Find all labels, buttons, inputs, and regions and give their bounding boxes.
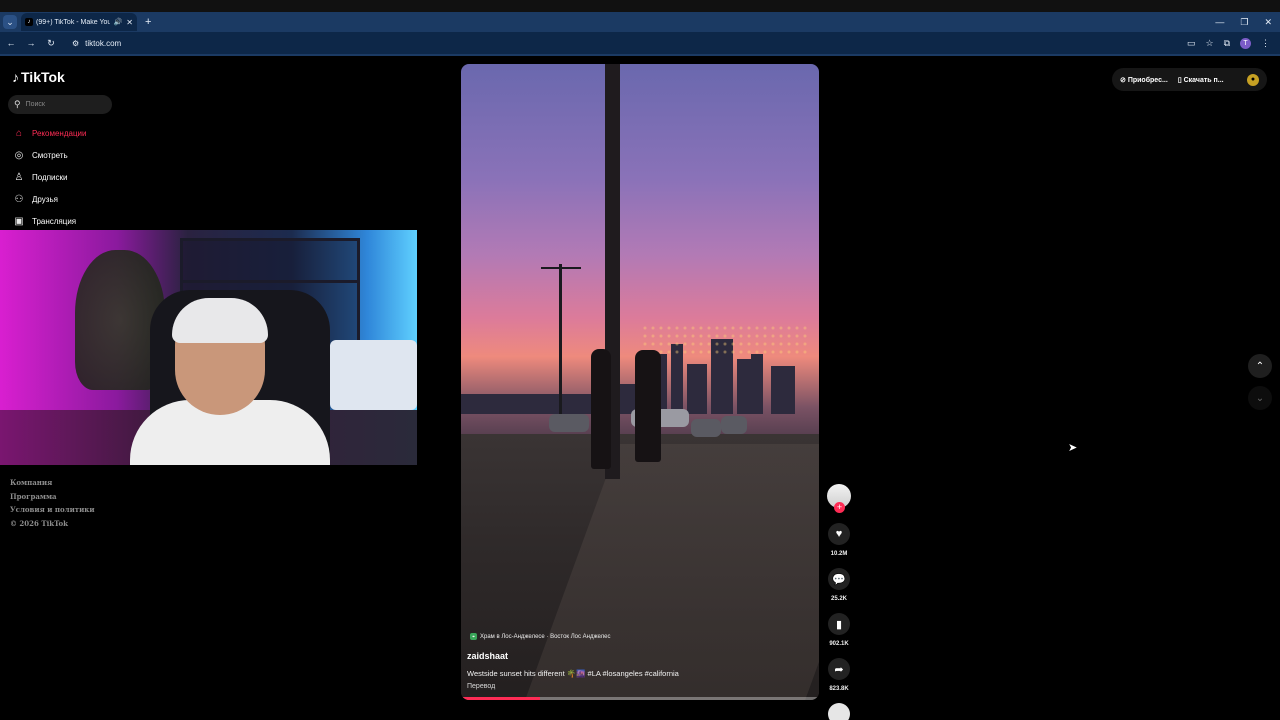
- chevron-up-icon: ⌃: [1255, 360, 1265, 372]
- search-placeholder: Поиск: [25, 101, 45, 108]
- new-tab-button[interactable]: +: [145, 16, 151, 28]
- address-bar: ← → ↻ ⚙ tiktok.com ▭ ☆ ⧉ T ⋮: [0, 32, 1280, 54]
- footer-copyright: © 2026 TikTok: [10, 518, 68, 528]
- toolbar-right: ▭ ☆ ⧉ T ⋮: [1187, 37, 1270, 49]
- share-count: 823.8K: [829, 686, 849, 692]
- site-info-icon[interactable]: ⚙: [72, 39, 79, 48]
- sidebar-item-label: Рекомендации: [32, 128, 87, 138]
- reload-button[interactable]: ↻: [42, 38, 60, 49]
- url-text: tiktok.com: [85, 38, 122, 48]
- get-coins-label: Приобрес...: [1127, 76, 1168, 84]
- topright-actions: ⊘ Приобрес... ▯ Скачать п... ●: [1112, 68, 1267, 91]
- download-app-button[interactable]: ▯ Скачать п...: [1178, 76, 1224, 84]
- video-actions: + ♥ 10.2M 💬 25.2K ▮ 902.1K ➦ 823.8K: [826, 484, 852, 720]
- home-icon: ⌂: [15, 127, 23, 139]
- sidebar-item-label: Трансляция: [32, 216, 77, 226]
- like-button[interactable]: ♥: [828, 523, 850, 545]
- window-controls: — ❐ ✕: [1215, 12, 1272, 32]
- sidebar-nav: ⌂ Рекомендации ◎ Смотреть ♙ Подписки ⚇ Д…: [12, 122, 86, 232]
- comment-icon: 💬: [832, 573, 846, 586]
- video-author[interactable]: zaidshaat: [467, 651, 508, 661]
- compass-icon: ◎: [14, 149, 24, 161]
- friends-icon: ⚇: [14, 193, 24, 205]
- follow-plus-icon[interactable]: +: [834, 502, 845, 513]
- webcam-streamer: [130, 298, 350, 465]
- sidebar-footer: Компания Программа Условия и политики © …: [10, 478, 95, 532]
- close-window-button[interactable]: ✕: [1264, 17, 1272, 28]
- footer-link-program[interactable]: Программа: [10, 492, 95, 506]
- download-label: Скачать п...: [1183, 76, 1224, 84]
- sidebar-item-label: Друзья: [32, 194, 58, 204]
- speaker-icon[interactable]: 🔊: [114, 18, 123, 26]
- video-utility-crossbar: [541, 267, 581, 269]
- video-city-lights: [641, 324, 811, 354]
- mouse-cursor-icon: ➤: [1068, 442, 1078, 454]
- video-utility-pole: [559, 264, 562, 414]
- restore-button[interactable]: ❐: [1240, 17, 1248, 28]
- tab-bar: ⌄ ♪ (99+) TikTok - Make Your Da 🔊 ✕ + — …: [0, 12, 1280, 32]
- tab-title: (99+) TikTok - Make Your Da: [36, 18, 110, 26]
- video-caption: Westside sunset hits different 🌴🌆 #LA #l…: [467, 669, 679, 678]
- forward-button[interactable]: →: [22, 38, 40, 48]
- toolbar-divider: [0, 54, 1280, 56]
- comment-count: 25.2K: [830, 596, 847, 602]
- tiktok-logo[interactable]: ♪ TikTok: [12, 69, 65, 85]
- tab-search-button[interactable]: ⌄: [3, 15, 17, 29]
- location-text: Храм в Лос-Анджелесе · Восток Лос Анджел…: [480, 633, 611, 640]
- previous-video-button[interactable]: ⌃: [1248, 354, 1272, 378]
- sidebar-item-recommendations[interactable]: ⌂ Рекомендации: [12, 122, 87, 144]
- streamer-headphones: [172, 298, 268, 343]
- chevron-down-icon: ⌄: [1255, 392, 1265, 404]
- webcam-shelf-board: [180, 280, 360, 283]
- coin-icon[interactable]: ●: [1247, 73, 1259, 86]
- location-pin-icon: ⌖: [470, 633, 477, 640]
- cast-icon[interactable]: ▭: [1187, 38, 1196, 49]
- sidebar-item-friends[interactable]: ⚇ Друзья: [12, 188, 86, 210]
- sidebar-item-explore[interactable]: ◎ Смотреть: [12, 144, 86, 166]
- video-progress-bar[interactable]: [461, 697, 819, 700]
- url-field[interactable]: ⚙ tiktok.com: [66, 34, 1187, 52]
- minimize-button[interactable]: —: [1215, 17, 1224, 27]
- search-input[interactable]: ⚲ Поиск: [8, 95, 112, 114]
- browser-tab[interactable]: ♪ (99+) TikTok - Make Your Da 🔊 ✕: [21, 13, 137, 31]
- bookmark-icon: ▮: [835, 618, 843, 631]
- menu-icon[interactable]: ⋮: [1261, 38, 1270, 49]
- tiktok-favicon-icon: ♪: [25, 18, 33, 26]
- get-coins-button[interactable]: ⊘ Приобрес...: [1120, 76, 1168, 84]
- footer-link-company[interactable]: Компания: [10, 478, 95, 492]
- user-follow-icon: ♙: [14, 171, 24, 183]
- comment-button[interactable]: 💬: [828, 568, 850, 590]
- video-progress-fill: [461, 697, 540, 700]
- save-button[interactable]: ▮: [828, 613, 850, 635]
- music-disc-avatar[interactable]: [828, 703, 850, 720]
- location-tag[interactable]: ⌖ Храм в Лос-Анджелесе · Восток Лос Андж…: [470, 633, 610, 640]
- bookmark-star-icon[interactable]: ☆: [1205, 38, 1213, 49]
- extensions-icon[interactable]: ⧉: [1224, 38, 1230, 49]
- search-icon: ⚲: [14, 99, 21, 109]
- webcam-overlay: [0, 230, 417, 465]
- live-icon: ▣: [14, 215, 24, 227]
- logo-text: TikTok: [21, 69, 65, 85]
- share-button[interactable]: ➦: [828, 658, 850, 680]
- sidebar-item-following[interactable]: ♙ Подписки: [12, 166, 86, 188]
- tiktok-note-icon: ♪: [12, 69, 19, 85]
- window-top-strip: [0, 0, 1280, 12]
- footer-link-terms[interactable]: Условия и политики: [10, 505, 95, 519]
- share-icon: ➦: [834, 663, 844, 676]
- back-button[interactable]: ←: [2, 38, 20, 48]
- sidebar-item-live[interactable]: ▣ Трансляция: [12, 210, 86, 232]
- next-video-button[interactable]: ⌄: [1248, 386, 1272, 410]
- heart-icon: ♥: [835, 528, 843, 540]
- author-avatar[interactable]: +: [827, 484, 851, 513]
- profile-avatar[interactable]: T: [1240, 37, 1251, 49]
- like-count: 10.2M: [830, 551, 848, 557]
- translate-link[interactable]: Перевод: [467, 683, 495, 690]
- tab-close-icon[interactable]: ✕: [126, 18, 133, 27]
- save-count: 902.1K: [829, 641, 849, 647]
- video-player[interactable]: ⌖ Храм в Лос-Анджелесе · Восток Лос Андж…: [461, 64, 819, 700]
- sidebar-item-label: Смотреть: [32, 150, 68, 160]
- sidebar-item-label: Подписки: [32, 172, 68, 182]
